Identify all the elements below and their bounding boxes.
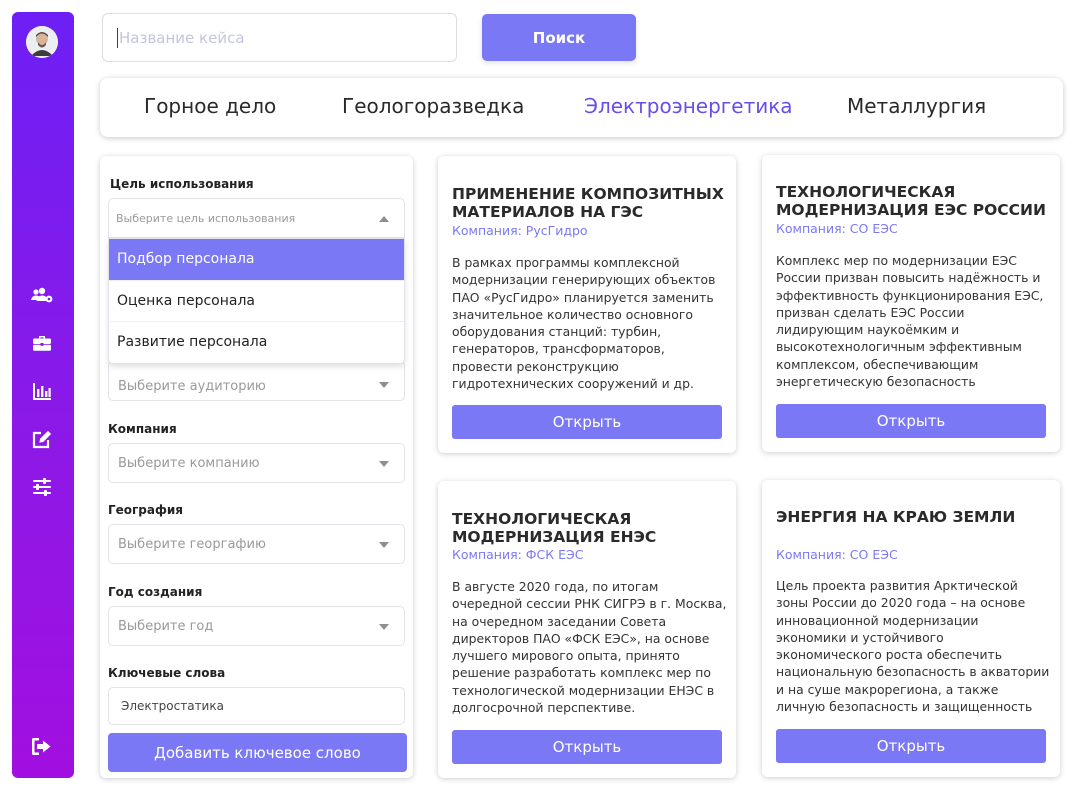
- card-company[interactable]: Компания: СО ЕЭС: [776, 221, 898, 236]
- geography-select[interactable]: Выберите георгафию: [108, 524, 405, 564]
- tab-mining[interactable]: Горное дело: [144, 94, 276, 118]
- chevron-down-icon: [379, 542, 389, 548]
- company-select[interactable]: Выберите компанию: [108, 443, 405, 483]
- category-tabs: Горное дело Геологоразведка Электроэнерг…: [100, 78, 1063, 137]
- purpose-select-value: Выберите цель использования: [116, 212, 296, 225]
- tab-metallurgy[interactable]: Металлургия: [847, 94, 986, 118]
- card-company[interactable]: Компания: РусГидро: [452, 223, 588, 238]
- case-card: ЭНЕРГИЯ НА КРАЮ ЗЕМЛИ Компания: СО ЕЭС Ц…: [762, 480, 1060, 777]
- option-recruitment[interactable]: Подбор персонала: [109, 239, 404, 280]
- search-button[interactable]: Поиск: [482, 14, 636, 61]
- sign-out-icon[interactable]: [29, 733, 55, 759]
- purpose-label: Цель использования: [110, 177, 254, 191]
- card-description: В рамках программы комплексной модерниза…: [452, 255, 716, 392]
- case-card: ТЕХНОЛОГИЧЕСКАЯ МОДЕРНИЗАЦИЯ ЕЭС РОССИИ …: [762, 155, 1060, 452]
- year-label: Год создания: [108, 585, 203, 599]
- company-label: Компания: [108, 422, 177, 436]
- option-assessment[interactable]: Оценка персонала: [109, 280, 404, 321]
- add-keyword-button[interactable]: Добавить ключевое слово: [108, 733, 407, 772]
- company-select-value: Выберите компанию: [118, 456, 260, 471]
- keywords-input[interactable]: [108, 687, 405, 725]
- open-case-button[interactable]: Открыть: [776, 729, 1046, 763]
- sliders-icon[interactable]: [29, 474, 55, 500]
- avatar[interactable]: [26, 26, 58, 58]
- filters-panel: Цель использования Выберите цель использ…: [100, 156, 413, 778]
- tab-electric-power[interactable]: Электроэнергетика: [584, 94, 793, 118]
- audience-select[interactable]: Выберите аудиторию: [108, 361, 405, 401]
- card-title: ТЕХНОЛОГИЧЕСКАЯ МОДЕРНИЗАЦИЯ ЕЭС РОССИИ: [776, 183, 1046, 219]
- card-title: ПРИМЕНЕНИЕ КОМПОЗИТНЫХ МАТЕРИАЛОВ НА ГЭС: [452, 185, 724, 221]
- card-description: Цель проекта развития Арктической зоны Р…: [776, 578, 1050, 715]
- users-cog-icon[interactable]: [29, 282, 55, 308]
- audience-select-value: Выберите аудиторию: [118, 379, 266, 394]
- chevron-down-icon: [379, 624, 389, 630]
- open-case-button[interactable]: Открыть: [776, 404, 1046, 438]
- avatar-image: [26, 26, 58, 58]
- case-card: ТЕХНОЛОГИЧЕСКАЯ МОДЕРНИЗАЦИЯ ЕНЭС Компан…: [438, 481, 736, 778]
- card-company[interactable]: Компания: СО ЕЭС: [776, 547, 898, 562]
- card-description: Комплекс мер по модернизации ЕЭС России …: [776, 253, 1044, 390]
- card-title: ТЕХНОЛОГИЧЕСКАЯ МОДЕРНИЗАЦИЯ ЕНЭС: [452, 510, 657, 546]
- open-case-button[interactable]: Открыть: [452, 730, 722, 764]
- briefcase-icon[interactable]: [29, 330, 55, 356]
- tab-geological-exploration[interactable]: Геологоразведка: [342, 94, 524, 118]
- purpose-dropdown: Подбор персонала Оценка персонала Развит…: [108, 238, 405, 364]
- year-select[interactable]: Выберите год: [108, 606, 405, 646]
- case-card: ПРИМЕНЕНИЕ КОМПОЗИТНЫХ МАТЕРИАЛОВ НА ГЭС…: [438, 156, 736, 453]
- chevron-down-icon: [379, 382, 389, 388]
- card-description: В августе 2020 года, по итогам очередной…: [452, 579, 727, 716]
- chart-bar-icon[interactable]: [29, 378, 55, 404]
- year-select-value: Выберите год: [118, 619, 214, 634]
- purpose-select[interactable]: Выберите цель использования: [108, 198, 405, 238]
- geography-select-value: Выберите георгафию: [118, 537, 266, 552]
- edit-icon[interactable]: [29, 426, 55, 452]
- card-company[interactable]: Компания: ФСК ЕЭС: [452, 547, 583, 562]
- keywords-label: Ключевые слова: [108, 666, 226, 680]
- geography-label: География: [108, 503, 184, 517]
- search-input[interactable]: [102, 13, 457, 62]
- card-title: ЭНЕРГИЯ НА КРАЮ ЗЕМЛИ: [776, 508, 1016, 526]
- sidebar: [12, 12, 74, 778]
- chevron-down-icon: [379, 461, 389, 467]
- chevron-up-icon: [379, 216, 389, 222]
- text-caret: [117, 28, 118, 48]
- option-development[interactable]: Развитие персонала: [109, 321, 404, 362]
- open-case-button[interactable]: Открыть: [452, 405, 722, 439]
